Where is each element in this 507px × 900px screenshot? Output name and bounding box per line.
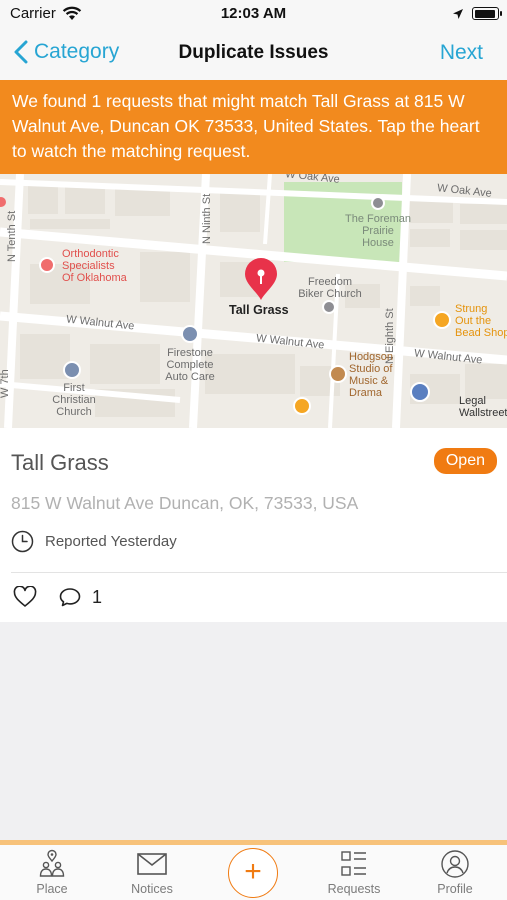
reported-text: Reported Yesterday <box>45 533 177 550</box>
tab-profile-label: Profile <box>437 882 473 896</box>
status-bar: Carrier 12:03 AM <box>0 0 507 30</box>
next-button[interactable]: Next <box>440 41 483 65</box>
map-pin-label: Tall Grass <box>229 303 289 317</box>
comment-button[interactable] <box>58 586 82 608</box>
map-poi-label: Hodgson Studio of Music & Drama <box>349 351 394 399</box>
navigation-bar: Category Duplicate Issues Next <box>0 30 507 80</box>
issue-card[interactable]: Tall Grass Open 815 W Walnut Ave Duncan,… <box>0 428 507 622</box>
map-poi-label: First Christian Church <box>52 382 96 418</box>
heart-icon <box>13 586 37 607</box>
add-request-button[interactable]: + <box>228 848 278 898</box>
map-poi-label: Orthodontic Specialists Of Oklahoma <box>62 248 127 284</box>
comment-count: 1 <box>92 586 103 607</box>
map-poi-label: Freedom Biker Church <box>298 276 362 300</box>
comment-icon <box>59 588 81 607</box>
map-street-label: N Tenth St <box>6 210 18 262</box>
map-street-label: W 7th <box>0 369 11 398</box>
tab-bar: Place Notices + Requests Profile <box>0 840 507 900</box>
clock-icon <box>11 530 34 553</box>
watch-heart-button[interactable] <box>13 586 37 608</box>
duplicate-notice-banner: We found 1 requests that might match Tal… <box>0 80 507 174</box>
status-time: 12:03 AM <box>220 5 287 22</box>
battery-icon <box>472 7 502 20</box>
back-button[interactable]: Category <box>14 40 119 64</box>
location-arrow-icon <box>452 7 464 24</box>
issue-actions: 1 <box>13 586 102 608</box>
issue-title: Tall Grass <box>11 450 109 475</box>
tab-notices[interactable]: Notices <box>107 849 197 896</box>
profile-icon <box>441 850 469 878</box>
status-badge: Open <box>433 448 497 474</box>
map-view[interactable]: W Oak Ave W Oak Ave N Tenth St N Ninth S… <box>0 174 507 428</box>
place-people-icon <box>39 849 65 877</box>
divider <box>11 572 507 573</box>
back-label: Category <box>34 40 120 63</box>
chevron-left-icon <box>14 40 28 64</box>
map-street-label: N Ninth St <box>201 193 213 244</box>
tab-place[interactable]: Place <box>7 849 97 896</box>
map-poi-label: Strung Out the Bead Shop <box>455 303 507 339</box>
reported-row: Reported Yesterday <box>11 530 177 553</box>
list-icon <box>341 851 366 876</box>
tab-requests-label: Requests <box>327 882 381 896</box>
map-poi-label: Firestone Complete Auto Care <box>165 347 215 383</box>
tab-requests[interactable]: Requests <box>309 849 399 896</box>
map-poi-label: Legal Wallstreet <box>459 395 507 419</box>
map-poi-label: The Foreman Prairie House <box>344 213 412 249</box>
tab-profile[interactable]: Profile <box>410 849 500 896</box>
envelope-icon <box>137 853 167 875</box>
issue-address: 815 W Walnut Ave Duncan, OK, 73533, USA <box>11 493 359 513</box>
tab-notices-label: Notices <box>131 882 173 896</box>
tab-place-label: Place <box>36 882 68 896</box>
